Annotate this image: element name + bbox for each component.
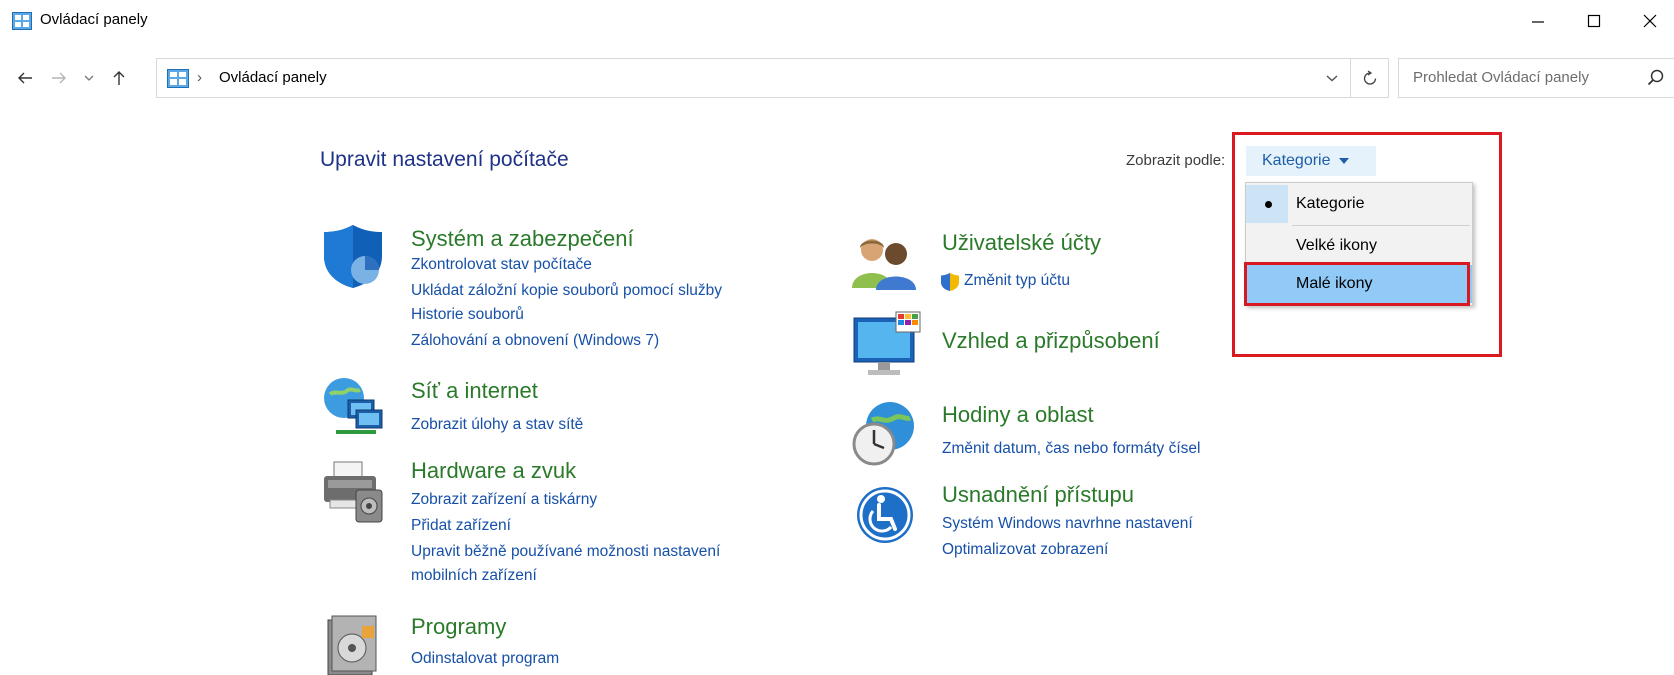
category-title[interactable]: Programy — [411, 614, 506, 640]
users-icon — [852, 239, 916, 290]
category-title[interactable]: Systém a zabezpečení — [411, 226, 634, 252]
address-bar[interactable]: › Ovládací panely — [156, 58, 1389, 98]
programs-icon — [327, 615, 377, 675]
link-add-device[interactable]: Přidat zařízení — [411, 517, 511, 535]
forward-button[interactable] — [44, 58, 74, 98]
clock-globe-icon — [852, 402, 914, 466]
link-mobility-settings-2[interactable]: mobilních zařízení — [411, 567, 537, 585]
arrow-left-icon — [18, 72, 32, 84]
maximize-icon — [1587, 14, 1601, 28]
breadcrumb[interactable]: Ovládací panely — [219, 69, 327, 86]
link-file-history[interactable]: Ukládat záložní kopie souborů pomocí slu… — [411, 282, 722, 300]
recent-locations-button[interactable] — [78, 58, 100, 98]
window-title: Ovládací panely — [40, 11, 148, 28]
category-title[interactable]: Hardware a zvuk — [411, 458, 576, 484]
link-date-time-formats[interactable]: Změnit datum, čas nebo formáty čísel — [942, 440, 1200, 458]
link-mobility-settings[interactable]: Upravit běžně používané možnosti nastave… — [411, 543, 720, 561]
monitor-icon — [853, 311, 921, 375]
chevron-right-icon: › — [197, 69, 202, 86]
link-check-status[interactable]: Zkontrolovat stav počítače — [411, 256, 592, 274]
chevron-down-icon — [84, 75, 94, 81]
link-devices-printers[interactable]: Zobrazit zařízení a tiskárny — [411, 491, 597, 509]
page-title: Upravit nastavení počítače — [320, 148, 569, 171]
highlight-frame — [1232, 132, 1502, 357]
link-backup-restore[interactable]: Zálohování a obnovení (Windows 7) — [411, 332, 659, 350]
printer-icon — [324, 461, 383, 523]
network-icon — [324, 378, 383, 434]
arrow-up-icon — [113, 71, 125, 85]
control-panel-icon — [12, 12, 32, 30]
up-button[interactable] — [104, 58, 134, 98]
link-uninstall-program[interactable]: Odinstalovat program — [411, 650, 559, 668]
minimize-icon — [1532, 21, 1544, 23]
category-title[interactable]: Síť a internet — [411, 378, 538, 404]
uac-shield-icon — [941, 273, 959, 291]
category-title[interactable]: Uživatelské účty — [942, 230, 1101, 256]
link-windows-suggest-settings[interactable]: Systém Windows navrhne nastavení — [942, 515, 1193, 533]
link-change-account-type[interactable]: Změnit typ účtu — [964, 272, 1070, 290]
link-optimize-display[interactable]: Optimalizovat zobrazení — [942, 541, 1108, 559]
category-title[interactable]: Hodiny a oblast — [942, 402, 1094, 428]
refresh-button[interactable] — [1350, 58, 1389, 98]
close-icon — [1643, 14, 1657, 28]
shield-icon — [324, 225, 382, 288]
control-panel-icon — [167, 69, 189, 88]
chevron-down-icon — [1326, 75, 1338, 82]
category-title[interactable]: Usnadnění přístupu — [942, 482, 1134, 508]
minimize-button[interactable] — [1510, 0, 1566, 42]
address-dropdown-button[interactable] — [1317, 59, 1347, 97]
back-button[interactable] — [10, 58, 40, 98]
search-box[interactable]: Prohledat Ovládací panely — [1398, 58, 1674, 98]
category-title[interactable]: Vzhled a přizpůsobení — [942, 328, 1160, 354]
view-by-label: Zobrazit podle: — [1126, 152, 1226, 169]
search-icon — [1647, 69, 1664, 86]
maximize-button[interactable] — [1566, 0, 1622, 42]
refresh-icon — [1363, 70, 1377, 85]
accessibility-icon — [857, 487, 913, 543]
link-network-status[interactable]: Zobrazit úlohy a stav sítě — [411, 416, 583, 434]
search-input[interactable]: Prohledat Ovládací panely — [1413, 69, 1589, 86]
close-button[interactable] — [1622, 0, 1674, 42]
title-bar: Ovládací panely — [0, 0, 1674, 42]
arrow-right-icon — [52, 72, 66, 84]
link-file-history-2[interactable]: Historie souborů — [411, 306, 524, 324]
highlight-frame-item — [1244, 262, 1470, 306]
